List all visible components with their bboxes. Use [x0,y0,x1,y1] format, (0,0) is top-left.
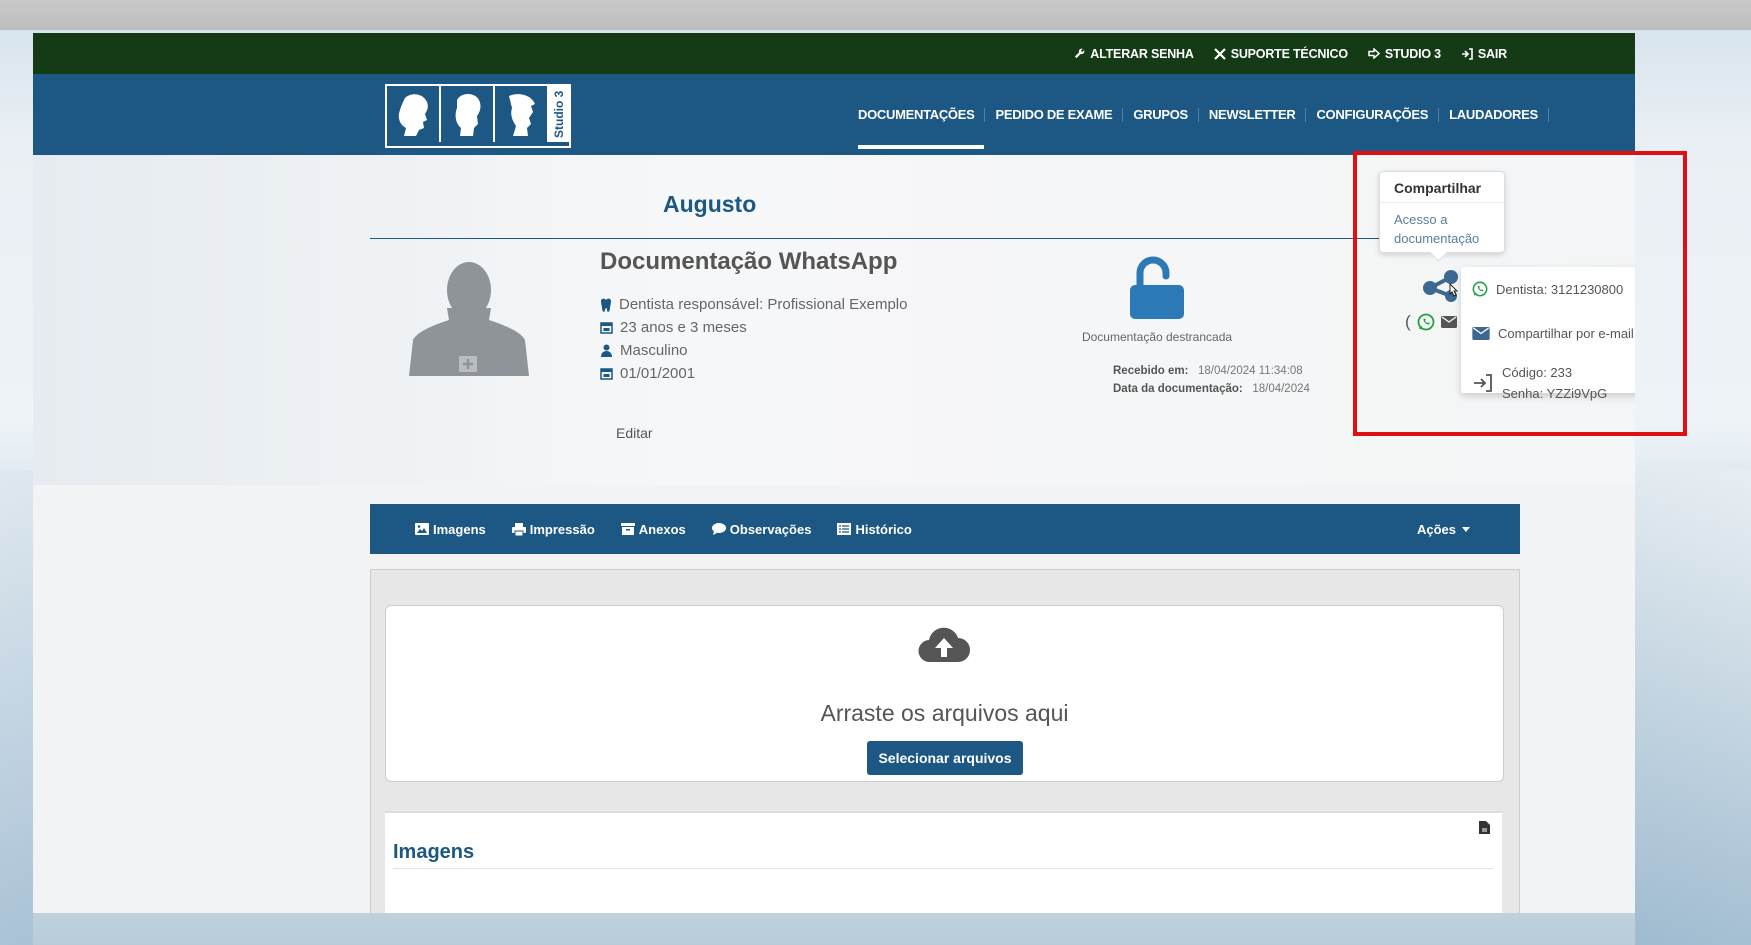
nav-newsletter[interactable]: NEWSLETTER [1199,107,1307,122]
received-row: Recebido em: 18/04/2024 11:34:08 [1113,362,1310,380]
tab-observacoes[interactable]: Observações [711,521,812,537]
doc-date-label: Data da documentação: [1113,383,1243,395]
dentist-row: Dentista responsável: Profissional Exemp… [600,293,907,316]
arrow-right-icon [1368,48,1380,59]
age-row: 23 anos e 3 meses [600,316,907,339]
calendar-icon [600,368,613,380]
images-section: Imagens [385,811,1502,913]
change-password-link[interactable]: ALTERAR SENHA [1074,46,1194,61]
gender-text: Masculino [620,342,688,359]
unlock-icon[interactable] [1122,255,1192,325]
tab-imagens-label: Imagens [433,521,486,537]
main-navbar: Studio 3 DOCUMENTAÇÕES PEDIDO DE EXAME G… [33,74,1635,155]
avatar[interactable] [407,258,531,378]
comment-icon [711,523,726,535]
tab-anexos[interactable]: Anexos [620,521,686,537]
tab-content: Arraste os arquivos aqui Selecionar arqu… [370,569,1520,913]
images-divider [393,868,1493,869]
archive-icon [620,523,635,535]
change-password-label: ALTERAR SENHA [1090,46,1194,61]
list-icon [837,523,852,535]
received-label: Recebido em: [1113,365,1189,377]
tab-impressao[interactable]: Impressão [511,521,595,537]
gender-row: Masculino [600,339,907,362]
tab-historico-label: Histórico [855,521,912,537]
documentation-tabbar: Imagens Impressão Anexos Observações His… [370,504,1520,554]
desktop-background-left [0,470,33,945]
image-icon [415,523,429,535]
dentist-text: Dentista responsável: Profissional Exemp… [619,296,908,313]
nav-documentacoes[interactable]: DOCUMENTAÇÕES [858,107,986,149]
birthdate-row: 01/01/2001 [600,362,907,385]
tech-support-label: SUPORTE TÉCNICO [1230,46,1348,61]
main-nav: DOCUMENTAÇÕES PEDIDO DE EXAME GRUPOS NEW… [858,74,1549,155]
nav-laudadores[interactable]: LAUDADORES [1439,107,1549,122]
printer-icon [511,522,526,536]
tab-historico[interactable]: Histórico [837,521,912,537]
actions-label: Ações [1416,521,1456,537]
patient-name: Augusto [663,191,757,217]
doc-date-value: 18/04/2024 [1252,383,1310,395]
tooth-icon [601,298,611,312]
face-1-icon [387,86,441,142]
actions-dropdown[interactable]: Ações [1417,504,1470,554]
logo-studio-text: Studio 3 [549,86,569,142]
pdf-download-icon[interactable] [1479,821,1490,834]
nav-configuracoes[interactable]: CONFIGURAÇÕES [1306,107,1440,122]
tab-impressao-label: Impressão [529,521,595,537]
images-section-title: Imagens [393,841,475,863]
patient-info: Dentista responsável: Profissional Exemp… [600,293,907,385]
desktop-background-right [1635,470,1751,945]
studio3-label: STUDIO 3 [1384,46,1441,61]
edit-link[interactable]: Editar [616,425,653,441]
document-meta: Recebido em: 18/04/2024 11:34:08 Data da… [1113,362,1310,398]
top-utility-bar: ALTERAR SENHA SUPORTE TÉCNICO STUDIO 3 S… [33,33,1635,74]
nav-grupos[interactable]: GRUPOS [1123,107,1199,122]
tools-icon [1213,47,1226,60]
calendar-icon [600,322,613,334]
studio3-logo[interactable]: Studio 3 [385,84,571,148]
highlight-box [1353,151,1687,436]
tab-observacoes-label: Observações [729,521,812,537]
sign-out-icon [1461,47,1473,60]
caret-down-icon [1462,526,1470,532]
documentation-title: Documentação WhatsApp [600,248,898,275]
file-dropzone[interactable]: Arraste os arquivos aqui Selecionar arqu… [385,605,1504,782]
studio3-link[interactable]: STUDIO 3 [1368,47,1441,61]
birthdate-text: 01/01/2001 [620,365,696,382]
dropzone-text: Arraste os arquivos aqui [820,700,1069,726]
logout-label: SAIR [1477,46,1507,61]
wrench-icon [1075,48,1085,59]
divider [370,238,1430,239]
select-files-button[interactable]: Selecionar arquivos [867,741,1023,775]
tech-support-link[interactable]: SUPORTE TÉCNICO [1213,46,1348,61]
logout-link[interactable]: SAIR [1461,47,1507,61]
tab-anexos-label: Anexos [638,521,686,537]
cloud-upload-icon [918,627,970,663]
doc-date-row: Data da documentação: 18/04/2024 [1113,380,1310,398]
user-icon [601,344,612,357]
nav-pedido-de-exame[interactable]: PEDIDO DE EXAME [985,107,1124,122]
received-value: 18/04/2024 11:34:08 [1198,365,1303,377]
age-text: 23 anos e 3 meses [620,319,747,336]
face-3-icon [495,86,549,142]
tab-imagens[interactable]: Imagens [415,522,486,537]
face-2-icon [441,86,495,142]
lock-status-label: Documentação destrancada [1081,330,1233,344]
